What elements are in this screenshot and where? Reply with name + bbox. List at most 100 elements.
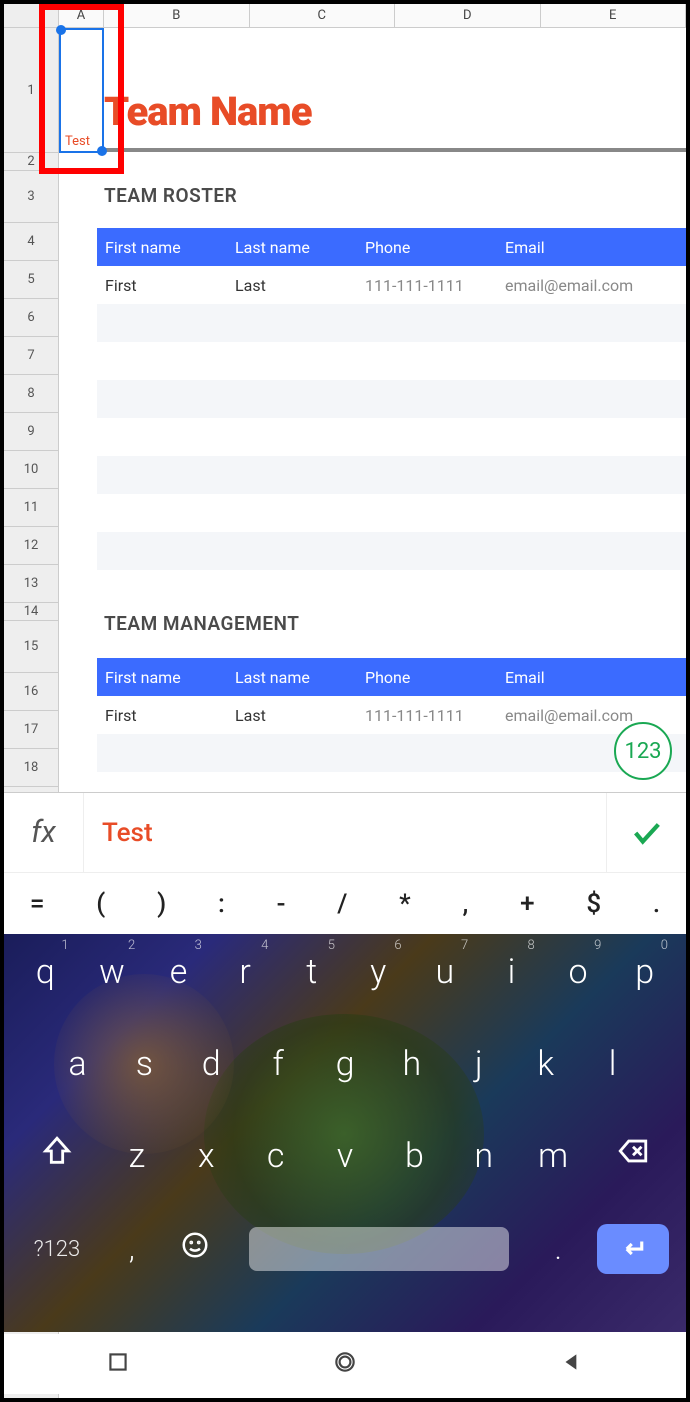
- key-x[interactable]: x: [172, 1136, 241, 1176]
- confirm-button[interactable]: [606, 793, 686, 872]
- col-header-C[interactable]: C: [250, 4, 396, 27]
- fx-label[interactable]: fx: [4, 793, 84, 872]
- row-header-4[interactable]: 4: [4, 223, 58, 261]
- key-p[interactable]: 0p: [611, 952, 678, 992]
- row-header-13[interactable]: 13: [4, 565, 58, 603]
- key-e[interactable]: 3e: [145, 952, 212, 992]
- home-button[interactable]: [332, 1349, 358, 1379]
- mgmt-phone[interactable]: 111-111-1111: [357, 706, 497, 725]
- shift-key[interactable]: [12, 1134, 102, 1177]
- symbol-key[interactable]: *: [399, 889, 411, 919]
- key-i[interactable]: 8i: [478, 952, 545, 992]
- comma-key[interactable]: ,: [102, 1232, 162, 1267]
- key-j[interactable]: j: [445, 1044, 512, 1084]
- backspace-key[interactable]: [588, 1134, 678, 1177]
- mgmt-last[interactable]: Last: [227, 706, 357, 725]
- roster-row-1[interactable]: First Last 111-111-1111 email@email.com: [97, 266, 686, 304]
- key-o[interactable]: 9o: [545, 952, 612, 992]
- key-y[interactable]: 6y: [345, 952, 412, 992]
- key-a[interactable]: a: [44, 1044, 111, 1084]
- emoji-key[interactable]: [162, 1229, 229, 1269]
- row-header-2[interactable]: 2: [4, 153, 58, 171]
- table-row[interactable]: [97, 532, 686, 570]
- select-all-corner[interactable]: [4, 4, 59, 27]
- row-header-16[interactable]: 16: [4, 673, 58, 711]
- row-header-10[interactable]: 10: [4, 451, 58, 489]
- section-mgmt-title: TEAM MANAGEMENT: [104, 612, 299, 635]
- row-header-17[interactable]: 17: [4, 711, 58, 749]
- col-header-D[interactable]: D: [395, 4, 541, 27]
- row-header-3[interactable]: 3: [4, 171, 58, 223]
- table-row[interactable]: [97, 418, 686, 456]
- key-f[interactable]: f: [245, 1044, 312, 1084]
- table-row[interactable]: [97, 456, 686, 494]
- key-m[interactable]: m: [518, 1136, 587, 1176]
- key-q[interactable]: 1q: [12, 952, 79, 992]
- symbol-key[interactable]: /: [337, 889, 347, 919]
- formula-input[interactable]: Test: [84, 818, 606, 848]
- key-r[interactable]: 4r: [212, 952, 279, 992]
- symbol-key[interactable]: -: [277, 889, 286, 919]
- col-header-B[interactable]: B: [104, 4, 250, 27]
- enter-key[interactable]: [588, 1224, 678, 1274]
- key-h[interactable]: h: [378, 1044, 445, 1084]
- row-header-5[interactable]: 5: [4, 261, 58, 299]
- roster-email[interactable]: email@email.com: [497, 276, 686, 295]
- mgmt-email[interactable]: email@email.com: [497, 706, 686, 725]
- key-t[interactable]: 5t: [278, 952, 345, 992]
- selected-cell-A1[interactable]: Test: [59, 28, 104, 153]
- row-header-15[interactable]: 15: [4, 621, 58, 673]
- row-header-7[interactable]: 7: [4, 337, 58, 375]
- col-header-E[interactable]: E: [541, 4, 687, 27]
- table-row[interactable]: [97, 380, 686, 418]
- symbol-key[interactable]: =: [30, 889, 45, 919]
- mgmt-table: First name Last name Phone Email First L…: [97, 658, 686, 772]
- row-header-14[interactable]: 14: [4, 603, 58, 621]
- roster-last[interactable]: Last: [227, 276, 357, 295]
- key-v[interactable]: v: [310, 1136, 379, 1176]
- title-separator: [59, 148, 686, 152]
- key-s[interactable]: s: [111, 1044, 178, 1084]
- row-header-8[interactable]: 8: [4, 375, 58, 413]
- symbol-key[interactable]: +: [520, 889, 534, 919]
- key-u[interactable]: 7u: [412, 952, 479, 992]
- mgmt-row-1[interactable]: First Last 111-111-1111 email@email.com: [97, 696, 686, 734]
- key-g[interactable]: g: [312, 1044, 379, 1084]
- period-key[interactable]: .: [528, 1232, 588, 1267]
- key-l[interactable]: l: [579, 1044, 646, 1084]
- key-w[interactable]: 2w: [79, 952, 146, 992]
- space-key[interactable]: [229, 1227, 528, 1271]
- symbol-key[interactable]: :: [218, 889, 225, 919]
- roster-phone[interactable]: 111-111-1111: [357, 276, 497, 295]
- recent-apps-button[interactable]: [105, 1349, 131, 1379]
- mgmt-first[interactable]: First: [97, 706, 227, 725]
- row-header-12[interactable]: 12: [4, 527, 58, 565]
- symbol-key[interactable]: (: [96, 889, 105, 919]
- table-row[interactable]: [97, 342, 686, 380]
- row-header-11[interactable]: 11: [4, 489, 58, 527]
- table-row[interactable]: [97, 494, 686, 532]
- key-c[interactable]: c: [241, 1136, 310, 1176]
- team-name-title[interactable]: Team Name: [104, 88, 312, 135]
- key-b[interactable]: b: [380, 1136, 449, 1176]
- symbol-key[interactable]: $: [586, 889, 601, 919]
- hdr-email: Email: [497, 238, 686, 257]
- symbol-key[interactable]: .: [653, 889, 660, 919]
- numeric-keypad-toggle[interactable]: 123: [614, 722, 672, 780]
- key-n[interactable]: n: [449, 1136, 518, 1176]
- table-row[interactable]: [97, 304, 686, 342]
- row-header-18[interactable]: 18: [4, 749, 58, 787]
- roster-first[interactable]: First: [97, 276, 227, 295]
- col-header-A[interactable]: A: [59, 4, 104, 27]
- symbol-key[interactable]: ): [157, 889, 166, 919]
- table-row[interactable]: [97, 734, 686, 772]
- key-k[interactable]: k: [512, 1044, 579, 1084]
- symbol-key[interactable]: ,: [462, 889, 468, 919]
- row-header-9[interactable]: 9: [4, 413, 58, 451]
- back-button[interactable]: [559, 1349, 585, 1379]
- row-header-1[interactable]: 1: [4, 28, 58, 153]
- symbols-mode-key[interactable]: ?123: [12, 1237, 102, 1262]
- key-d[interactable]: d: [178, 1044, 245, 1084]
- key-z[interactable]: z: [102, 1136, 171, 1176]
- row-header-6[interactable]: 6: [4, 299, 58, 337]
